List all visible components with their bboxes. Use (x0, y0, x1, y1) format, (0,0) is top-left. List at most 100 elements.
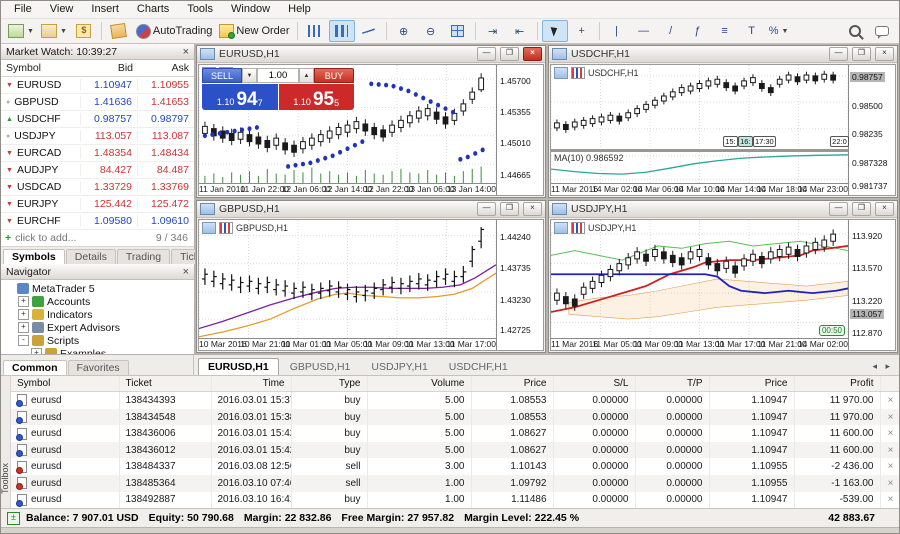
close-position-icon[interactable]: × (888, 494, 894, 505)
usdjpy-price-pane[interactable]: 00:50USDJPY,H1 (551, 220, 848, 338)
menu-item-tools[interactable]: Tools (178, 2, 222, 16)
crosshair-tool-icon[interactable]: + (569, 20, 595, 42)
chart-tab-usdjpy-h1[interactable]: USDJPY,H1 (361, 358, 437, 375)
chart-window-titlebar[interactable]: USDJPY,H1—❐× (549, 201, 897, 218)
price-axis[interactable]: 1.442401.437351.432301.42725 (496, 220, 543, 350)
chart-window-eurusd[interactable]: EURUSD,H1—❐×EURUSD,H1SELL▼1.00▲BUY1.1094… (196, 45, 546, 198)
tree-item-examples[interactable]: +Examples (1, 347, 194, 354)
fibonacci-tool-icon[interactable]: ƒ (685, 20, 711, 42)
tab-trading[interactable]: Trading (117, 249, 170, 264)
close-button[interactable]: × (523, 47, 542, 61)
trade-col-Ticket[interactable]: Ticket (119, 376, 211, 392)
trade-col-S/L[interactable]: S/L (553, 376, 635, 392)
close-position-icon[interactable]: × (888, 395, 894, 406)
tree-item-accounts[interactable]: +Accounts (1, 295, 194, 308)
chart-tab-eurusd-h1[interactable]: EURUSD,H1 (198, 358, 279, 375)
tab-common[interactable]: Common (3, 360, 67, 375)
time-axis[interactable]: 11 Mar 201611 Mar 05:0011 Mar 09:0011 Ma… (551, 338, 848, 350)
autotrading-button[interactable]: AutoTrading (133, 20, 216, 42)
close-icon[interactable]: × (183, 47, 189, 57)
menu-item-window[interactable]: Window (222, 2, 279, 16)
market-watch-row[interactable]: ▲USDCHF0.987570.98797 (1, 111, 194, 128)
menu-item-insert[interactable]: Insert (82, 2, 128, 16)
chart-tab-gbpusd-h1[interactable]: GBPUSD,H1 (280, 358, 361, 375)
chart-window-titlebar[interactable]: GBPUSD,H1—❐× (197, 201, 545, 218)
trade-row[interactable]: eurusd1384345482016.03.01 15:38:23buy5.0… (11, 409, 899, 426)
toolbox-vertical-tab[interactable]: Toolbox (1, 376, 11, 508)
minimize-button[interactable]: — (829, 47, 848, 61)
close-position-icon[interactable]: × (888, 412, 894, 423)
zoom-in-icon[interactable]: ⊕ (391, 20, 417, 42)
trade-row[interactable]: eurusd1384853642016.03.10 07:46:04sell1.… (11, 475, 899, 492)
trade-col-Type[interactable]: Type (291, 376, 367, 392)
minimize-button[interactable]: — (829, 202, 848, 216)
trade-col-Price[interactable]: Price (709, 376, 794, 392)
buy-button[interactable]: BUY (314, 68, 354, 83)
tree-item-expert-advisors[interactable]: +Expert Advisors (1, 321, 194, 334)
candlestick-mode-icon[interactable] (329, 20, 355, 42)
market-watch-row[interactable]: ▼EURJPY125.442125.472 (1, 196, 194, 213)
chart-window-usdchf[interactable]: USDCHF,H1—❐×15:16:17:3022:0USDCHF,H1MA(1… (548, 45, 898, 198)
buy-price-box[interactable]: 1.10955 (279, 84, 355, 110)
restore-button[interactable]: ❐ (852, 47, 871, 61)
menu-item-help[interactable]: Help (279, 2, 320, 16)
new-chart-icon[interactable]: ▼ (5, 20, 37, 42)
tab-scroll-arrows[interactable]: ◂ ▸ (866, 361, 899, 375)
usdchf-indicator-pane[interactable]: MA(10) 0.986592 (551, 152, 848, 183)
expand-icon[interactable]: + (18, 322, 29, 333)
tab-symbols[interactable]: Symbols (3, 249, 65, 264)
cursor-tool-icon[interactable] (542, 20, 568, 42)
data-folder-icon[interactable]: $ (71, 20, 97, 42)
open-profiles-icon[interactable]: ▼ (38, 20, 70, 42)
market-watch-row[interactable]: ●GBPUSD1.416361.41653 (1, 94, 194, 111)
trade-row[interactable]: eurusd1384360062016.03.01 15:42:33buy5.0… (11, 425, 899, 442)
trade-col-Price[interactable]: Price (471, 376, 553, 392)
close-button[interactable]: × (875, 47, 894, 61)
price-axis[interactable]: 0.987570.985000.982350.9873280.981737 (848, 65, 895, 195)
eurusd-price-pane[interactable]: EURUSD,H1SELL▼1.00▲BUY1.109471.10955 (199, 65, 496, 183)
market-watch-row[interactable]: ▼EURCHF1.095801.09610 (1, 213, 194, 230)
restore-button[interactable]: ❐ (852, 202, 871, 216)
restore-button[interactable]: ❐ (500, 47, 519, 61)
gbpusd-price-pane[interactable]: GBPUSD,H1 (199, 220, 496, 338)
chart-window-usdjpy[interactable]: USDJPY,H1—❐×00:50USDJPY,H111 Mar 201611 … (548, 200, 898, 353)
trade-row[interactable]: eurusd1384928872016.03.10 16:41:20buy1.0… (11, 492, 899, 509)
volume-dropdown-icon[interactable]: ▼ (242, 68, 257, 83)
tab-favorites[interactable]: Favorites (68, 360, 129, 375)
close-position-icon[interactable]: × (888, 461, 894, 472)
zoom-out-icon[interactable]: ⊖ (418, 20, 444, 42)
chart-tab-usdchf-h1[interactable]: USDCHF,H1 (439, 358, 518, 375)
menu-item-charts[interactable]: Charts (128, 2, 178, 16)
trade-col-close[interactable] (880, 376, 899, 392)
price-axis[interactable]: 1.457001.453551.450101.44665 (496, 65, 543, 195)
bar-chart-mode-icon[interactable] (302, 20, 328, 42)
time-axis[interactable]: 11 Jan 201011 Jan 22:0012 Jan 06:0012 Ja… (199, 183, 496, 195)
expand-icon[interactable]: + (18, 296, 29, 307)
chart-shift-icon[interactable]: ⇤ (507, 20, 533, 42)
search-icon[interactable] (842, 20, 868, 42)
volume-increase-icon[interactable]: ▲ (299, 68, 314, 83)
time-axis[interactable]: 10 Mar 201610 Mar 21:0011 Mar 01:0011 Ma… (199, 338, 496, 350)
chart-window-titlebar[interactable]: USDCHF,H1—❐× (549, 46, 897, 63)
volume-input[interactable]: 1.00 (257, 68, 299, 83)
chat-icon[interactable] (869, 20, 895, 42)
close-button[interactable]: × (875, 202, 894, 216)
add-symbol-icon[interactable]: + (1, 232, 15, 244)
new-order-button[interactable]: New Order (216, 20, 292, 42)
market-watch-row[interactable]: ▼EURCAD1.483541.48434 (1, 145, 194, 162)
auto-scroll-icon[interactable]: ⇥ (480, 20, 506, 42)
trade-row[interactable]: eurusd1384360122016.03.01 15:42:34buy5.0… (11, 442, 899, 459)
market-watch-row[interactable]: ▼EURUSD1.109471.10955 (1, 77, 194, 94)
market-watch-row[interactable]: ●USDJPY113.057113.087 (1, 128, 194, 145)
trade-col-Volume[interactable]: Volume (367, 376, 471, 392)
market-watch-row[interactable]: ▼AUDJPY84.42784.487 (1, 162, 194, 179)
price-axis[interactable]: 113.920113.570113.220113.057112.870 (848, 220, 895, 350)
close-position-icon[interactable]: × (888, 445, 894, 456)
tree-item-scripts[interactable]: -Scripts (1, 334, 194, 347)
collapse-icon[interactable]: - (18, 335, 29, 346)
trade-row[interactable]: eurusd1384843372016.03.08 12:56:09sell3.… (11, 458, 899, 475)
trade-col-Time[interactable]: Time (211, 376, 291, 392)
sell-button[interactable]: SELL (202, 68, 242, 83)
channel-tool-icon[interactable]: ≡ (712, 20, 738, 42)
arrows-tool-icon[interactable]: %▼ (766, 20, 792, 42)
